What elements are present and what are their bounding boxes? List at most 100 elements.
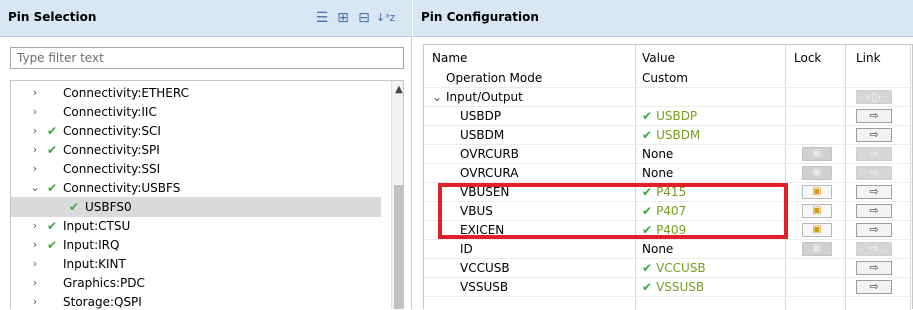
collapse-icon[interactable]: ⊟ xyxy=(355,9,373,27)
tree-item-label: Connectivity:ETHERC xyxy=(63,86,189,100)
pin-configuration-header: Pin Configuration xyxy=(413,0,913,37)
pin-value[interactable]: ✔ VSSUSB xyxy=(642,278,704,296)
chevron-right-icon[interactable]: › xyxy=(29,216,41,236)
tree-item[interactable]: › Connectivity:IIC xyxy=(11,102,381,122)
link-arrow-icon[interactable]: ⇨ xyxy=(856,204,892,218)
table-row[interactable]: OVRCURA None ▣ ⇨ xyxy=(424,164,912,183)
table-row[interactable]: USBDM ✔ USBDM ⇨ xyxy=(424,126,912,145)
lock-icon[interactable]: ▣ xyxy=(802,204,832,218)
pin-value[interactable]: None xyxy=(642,145,673,163)
chevron-right-icon[interactable]: › xyxy=(29,121,41,141)
chevron-right-icon[interactable]: › xyxy=(29,235,41,255)
link-arrow-icon[interactable]: ⇨ xyxy=(856,280,892,294)
tree-item[interactable]: › Connectivity:ETHERC xyxy=(11,83,381,103)
chevron-right-icon[interactable]: › xyxy=(29,140,41,160)
pin-value[interactable]: None xyxy=(642,240,673,258)
pin-value[interactable]: Custom xyxy=(642,69,688,87)
pin-config-table: Name Value Lock Link Operation Mode Custo… xyxy=(423,44,913,310)
pin-selection-pane: Pin Selection ☰ ⊞ ⊟ ↓ᵃz › Connectivity:ET… xyxy=(0,0,412,309)
column-header-link[interactable]: Link xyxy=(856,49,881,67)
tree-item[interactable]: › Connectivity:SSI xyxy=(11,159,381,179)
tree-item[interactable]: › ✔ Input:CTSU xyxy=(11,216,381,236)
chevron-right-icon[interactable]: › xyxy=(29,102,41,122)
table-row[interactable]: VCCUSB ✔ VCCUSB ⇨ xyxy=(424,259,912,278)
pin-value-text: None xyxy=(642,166,674,180)
lock-icon[interactable]: ▣ xyxy=(802,185,832,199)
pin-selection-title: Pin Selection xyxy=(8,10,97,24)
tree-item[interactable]: ✔ USBFS0 xyxy=(11,197,381,217)
table-row[interactable]: ⌄ Input/Output ‹▯› xyxy=(424,88,912,107)
tree-item-label: Connectivity:SCI xyxy=(63,124,161,138)
column-header-lock[interactable]: Lock xyxy=(794,49,821,67)
filter-input[interactable] xyxy=(10,47,404,69)
check-icon: ✔ xyxy=(642,109,653,123)
lock-icon: ▣ xyxy=(802,147,832,161)
chevron-right-icon[interactable]: › xyxy=(29,254,41,274)
pin-value[interactable]: None xyxy=(642,164,673,182)
check-icon: ✔ xyxy=(46,181,58,195)
pin-configuration-pane: Pin Configuration Name Value Lock Link O… xyxy=(413,0,913,310)
chevron-down-icon[interactable]: ⌄ xyxy=(432,88,442,106)
tree-item[interactable]: ⌄ ✔ Connectivity:USBFS xyxy=(11,178,381,198)
pin-value[interactable]: ✔ VCCUSB xyxy=(642,259,706,277)
check-icon: ✔ xyxy=(46,124,58,138)
link-arrow-icon[interactable]: ⇨ xyxy=(856,109,892,123)
chevron-right-icon[interactable]: › xyxy=(29,159,41,179)
check-icon: ✔ xyxy=(642,280,653,294)
tree-item[interactable]: › Input:KINT xyxy=(11,254,381,274)
pin-value-text: Custom xyxy=(642,71,688,85)
link-arrow-icon: ⇨ xyxy=(856,147,892,161)
table-row[interactable]: USBDP ✔ USBDP ⇨ xyxy=(424,107,912,126)
expand-icon[interactable]: ⊞ xyxy=(334,9,352,27)
tree-item[interactable]: › Storage:QSPI xyxy=(11,292,381,309)
link-arrow-icon[interactable]: ⇨ xyxy=(856,223,892,237)
pin-value-text: VCCUSB xyxy=(656,261,706,275)
link-arrow-icon: ⇨ xyxy=(856,242,892,256)
chevron-right-icon[interactable]: › xyxy=(29,292,41,309)
column-header-name[interactable]: Name xyxy=(432,49,467,67)
tree-item[interactable]: › ✔ Connectivity:SCI xyxy=(11,121,381,141)
scrollbar-thumb[interactable] xyxy=(394,185,403,309)
tree-item[interactable]: › ✔ Input:IRQ xyxy=(11,235,381,255)
check-icon: ✔ xyxy=(642,261,653,275)
chevron-right-icon[interactable]: › xyxy=(29,83,41,103)
table-row[interactable]: VSSUSB ✔ VSSUSB ⇨ xyxy=(424,278,912,297)
link-arrow-icon[interactable]: ⇨ xyxy=(856,128,892,142)
link-arrow-icon[interactable]: ⇨ xyxy=(856,261,892,275)
pin-value[interactable]: ✔ USBDP xyxy=(642,107,697,125)
link-arrow-icon[interactable]: ⇨ xyxy=(856,185,892,199)
pin-value[interactable]: ✔ USBDM xyxy=(642,126,700,144)
check-icon: ✔ xyxy=(46,219,58,233)
pin-name: Input/Output xyxy=(446,90,523,104)
tree-item[interactable]: › Graphics:PDC xyxy=(11,273,381,293)
table-row[interactable]: OVRCURB None ▣ ⇨ xyxy=(424,145,912,164)
tree-item-label: Connectivity:USBFS xyxy=(63,181,181,195)
pin-name: Operation Mode xyxy=(446,71,543,85)
pin-value-text: USBDM xyxy=(656,128,701,142)
tree-scrollbar[interactable]: ▲ xyxy=(391,81,403,309)
column-header-value[interactable]: Value xyxy=(642,49,675,67)
chevron-right-icon[interactable]: › xyxy=(29,273,41,293)
table-row[interactable]: Operation Mode Custom xyxy=(424,69,912,88)
tree-item-label: Graphics:PDC xyxy=(63,276,145,290)
check-icon: ✔ xyxy=(46,143,58,157)
pin-name: VCCUSB xyxy=(460,261,510,275)
lock-icon[interactable]: ▣ xyxy=(802,223,832,237)
chevron-down-icon[interactable]: ⌄ xyxy=(29,178,41,198)
link-arrow-icon: ⇨ xyxy=(856,166,892,180)
pin-name: USBDP xyxy=(460,109,502,123)
tree-item-label: USBFS0 xyxy=(85,200,132,214)
pin-value-text: VSSUSB xyxy=(656,280,705,294)
sort-az-icon[interactable]: ↓ᵃz xyxy=(376,9,395,27)
highlight-box xyxy=(438,183,788,239)
scroll-up-icon[interactable]: ▲ xyxy=(392,83,403,97)
table-row[interactable]: ID None ▣ ⇨ xyxy=(424,240,912,259)
expand-all-icon[interactable]: ☰ xyxy=(313,9,331,27)
check-icon: ✔ xyxy=(642,128,653,142)
tree-item-label: Connectivity:IIC xyxy=(63,105,157,119)
pin-name: OVRCURA xyxy=(460,166,519,180)
tree-item[interactable]: › ✔ Connectivity:SPI xyxy=(11,140,381,160)
check-icon: ✔ xyxy=(46,238,58,252)
tree-item-label: Storage:QSPI xyxy=(63,295,142,309)
pin-name: ID xyxy=(460,242,473,256)
